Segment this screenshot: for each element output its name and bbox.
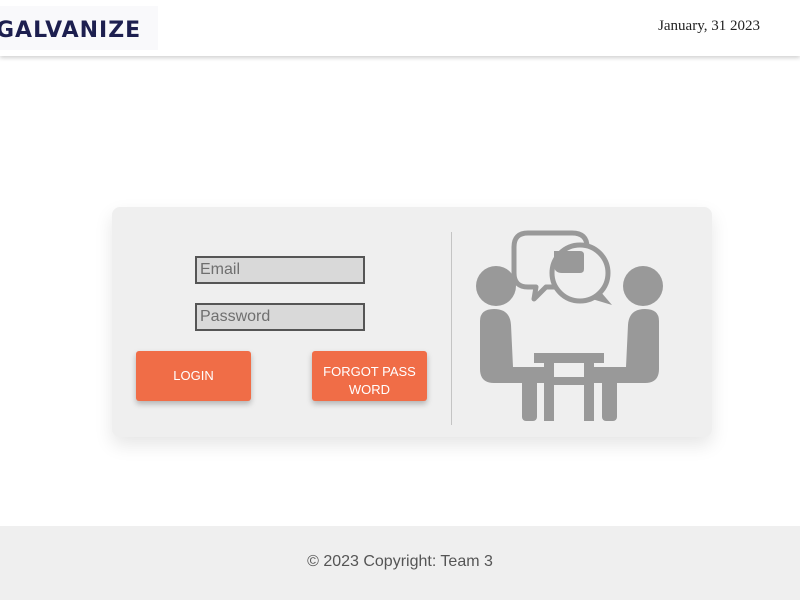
brand-logo-text: GALVANIZE bbox=[0, 18, 142, 43]
brand-logo[interactable]: GALVANIZE bbox=[0, 6, 158, 50]
email-field[interactable] bbox=[195, 256, 365, 284]
meeting-conversation-icon bbox=[476, 230, 663, 421]
login-button[interactable]: LOGIN bbox=[136, 351, 251, 401]
copyright-text: © 2023 Copyright: Team 3 bbox=[307, 553, 493, 570]
login-card: LOGIN FORGOT PASSWORD bbox=[112, 207, 712, 437]
page-footer: © 2023 Copyright: Team 3 bbox=[0, 526, 800, 600]
password-field[interactable] bbox=[195, 303, 365, 331]
current-date: January, 31 2023 bbox=[658, 18, 760, 34]
top-navbar: GALVANIZE January, 31 2023 bbox=[0, 0, 800, 56]
card-divider bbox=[451, 232, 452, 425]
forgot-password-button[interactable]: FORGOT PASSWORD bbox=[312, 351, 427, 401]
